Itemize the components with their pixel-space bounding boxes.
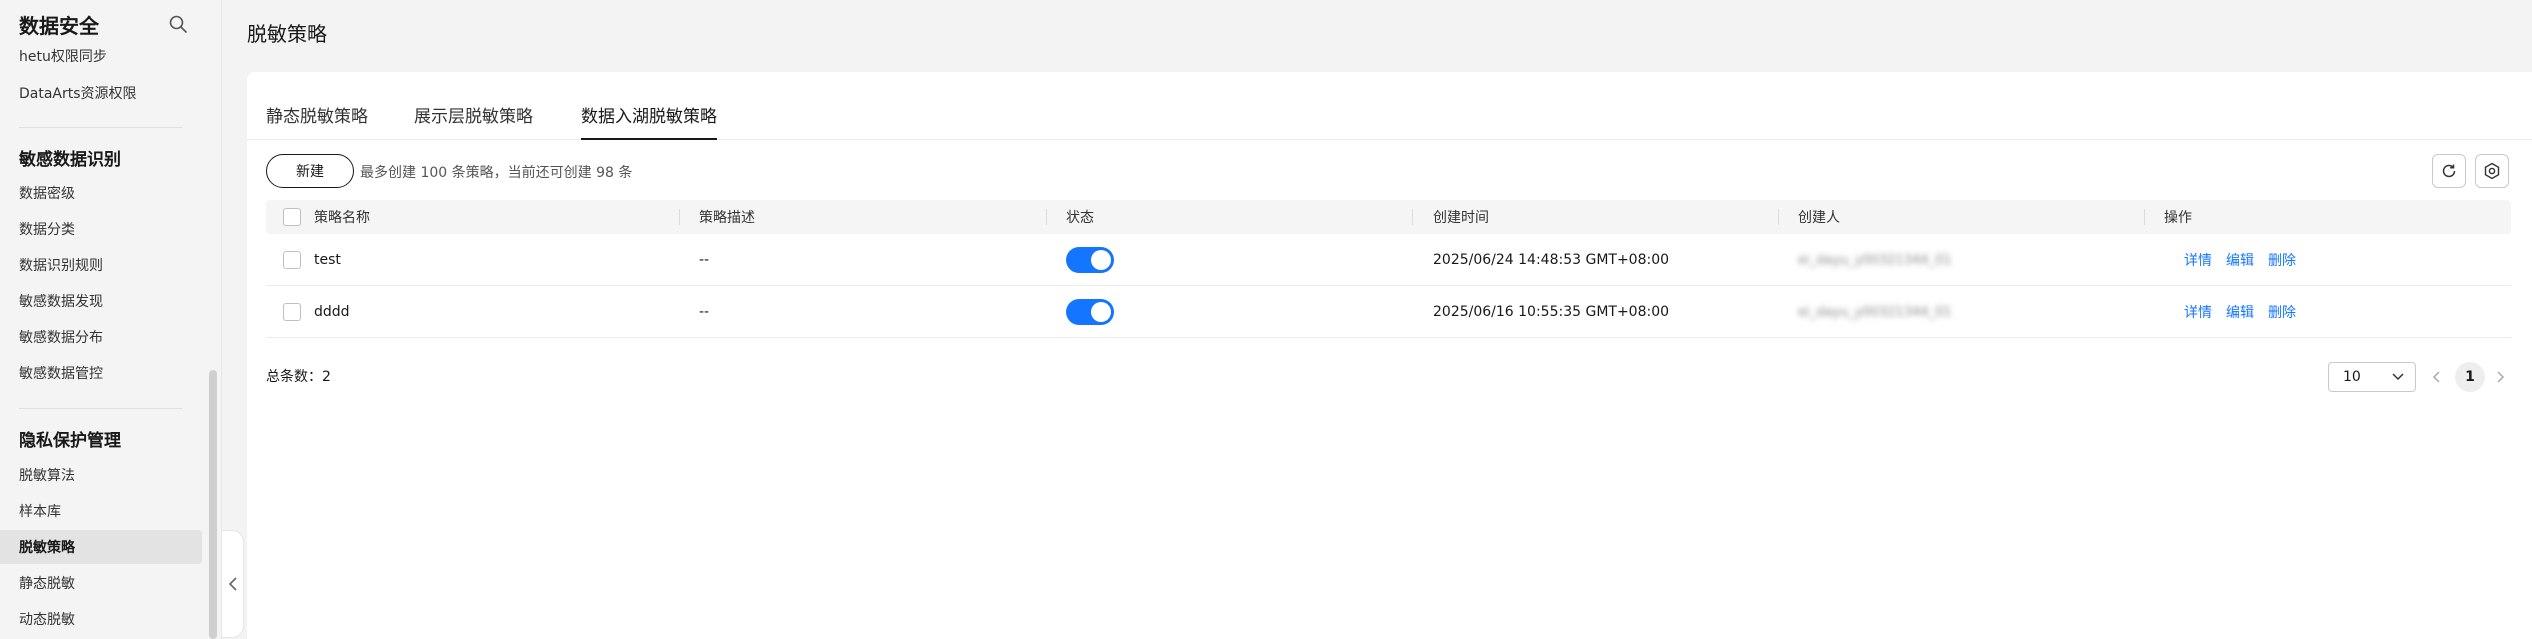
- edit-link[interactable]: 编辑: [2226, 250, 2254, 270]
- select-all-checkbox[interactable]: [283, 208, 301, 226]
- column-divider: [1412, 209, 1413, 225]
- row-checkbox[interactable]: [283, 303, 301, 321]
- sidebar-title: 数据安全: [19, 13, 99, 38]
- sidebar-item-masking-policy[interactable]: 脱敏策略: [0, 530, 202, 564]
- column-divider: [1046, 209, 1047, 225]
- sidebar-item-masking-algorithm[interactable]: 脱敏算法: [0, 458, 202, 492]
- sidebar-divider: [19, 408, 182, 409]
- status-toggle[interactable]: [1066, 299, 1114, 325]
- column-divider: [1778, 209, 1779, 225]
- sidebar-divider: [19, 127, 182, 128]
- page-size-value: 10: [2343, 369, 2361, 385]
- sidebar-item-dataarts-permission[interactable]: DataArts资源权限: [0, 76, 202, 110]
- settings-button[interactable]: [2475, 154, 2509, 188]
- page-number-current[interactable]: 1: [2455, 362, 2485, 392]
- total-value: 2: [322, 369, 331, 385]
- select-all-cell: [283, 200, 301, 234]
- sidebar-item-sample-library[interactable]: 样本库: [0, 494, 202, 528]
- search-icon[interactable]: [166, 12, 190, 36]
- policy-name: test: [314, 252, 341, 268]
- column-header-status: 状态: [1066, 210, 1094, 226]
- policy-table: 策略名称 策略描述 状态 创建时间 创建人 操作 test -- 2025/06…: [266, 200, 2511, 338]
- new-policy-button[interactable]: 新建: [266, 154, 354, 188]
- column-header-actions: 操作: [2164, 210, 2192, 226]
- chevron-right-icon: [2497, 371, 2505, 383]
- status-toggle[interactable]: [1066, 247, 1114, 273]
- column-header-created-time: 创建时间: [1433, 210, 1489, 226]
- policy-name: dddd: [314, 304, 350, 320]
- tab-static-masking-policy[interactable]: 静态脱敏策略: [266, 102, 368, 140]
- sidebar-group-sensitive-title: 敏感数据识别: [19, 150, 121, 170]
- next-page-button[interactable]: [2490, 366, 2510, 388]
- chevron-left-icon: [228, 577, 237, 591]
- gear-icon: [2484, 162, 2500, 180]
- delete-link[interactable]: 删除: [2268, 250, 2296, 270]
- column-header-creator: 创建人: [1798, 210, 1840, 226]
- sidebar-item-dynamic-masking[interactable]: 动态脱敏: [0, 602, 202, 636]
- row-actions: 详情 编辑 删除: [2184, 286, 2310, 338]
- sidebar-item-static-masking[interactable]: 静态脱敏: [0, 566, 202, 600]
- row-select-cell: [283, 234, 301, 286]
- sidebar-scrollbar[interactable]: [209, 370, 217, 639]
- page-size-select[interactable]: 10: [2328, 362, 2416, 392]
- sidebar-item-data-level[interactable]: 数据密级: [0, 176, 202, 210]
- sidebar-item-identify-rules[interactable]: 数据识别规则: [0, 248, 202, 282]
- row-checkbox[interactable]: [283, 251, 301, 269]
- status-cell: [1066, 286, 1114, 338]
- main-card: 静态脱敏策略 展示层脱敏策略 数据入湖脱敏策略 新建 最多创建 100 条策略，…: [247, 72, 2532, 639]
- sidebar-item-data-category[interactable]: 数据分类: [0, 212, 202, 246]
- column-divider: [679, 209, 680, 225]
- table-row: dddd -- 2025/06/16 10:55:35 GMT+08:00 ei…: [266, 286, 2511, 338]
- column-header-name: 策略名称: [314, 210, 370, 226]
- total-count: 总条数：2: [266, 366, 331, 386]
- sidebar: 数据安全 hetu权限同步 DataArts资源权限 敏感数据识别 数据密级 数…: [0, 0, 222, 639]
- table-row: test -- 2025/06/24 14:48:53 GMT+08:00 ei…: [266, 234, 2511, 286]
- tab-lake-ingestion-policy[interactable]: 数据入湖脱敏策略: [581, 102, 717, 140]
- page-title: 脱敏策略: [247, 22, 327, 46]
- policy-quota-hint: 最多创建 100 条策略，当前还可创建 98 条: [360, 165, 633, 181]
- chevron-left-icon: [2432, 371, 2440, 383]
- sidebar-item-hetu-sync[interactable]: hetu权限同步: [0, 44, 202, 66]
- refresh-button[interactable]: [2432, 154, 2466, 188]
- row-select-cell: [283, 286, 301, 338]
- creator-cell: ei_dayu_y00321344_01: [1798, 234, 1952, 286]
- edit-link[interactable]: 编辑: [2226, 302, 2254, 322]
- prev-page-button[interactable]: [2427, 366, 2447, 388]
- table-header: 策略名称 策略描述 状态 创建时间 创建人 操作: [266, 200, 2511, 234]
- column-divider: [2144, 209, 2145, 225]
- sidebar-group-privacy-title: 隐私保护管理: [19, 431, 121, 451]
- column-header-description: 策略描述: [699, 210, 755, 226]
- sidebar-header: 数据安全: [0, 0, 221, 48]
- sidebar-collapse-button[interactable]: [222, 530, 244, 638]
- total-label: 总条数：: [266, 369, 322, 385]
- sidebar-item-sensitive-discovery[interactable]: 敏感数据发现: [0, 284, 202, 318]
- status-cell: [1066, 234, 1114, 286]
- policy-description: --: [699, 252, 710, 268]
- policy-description: --: [699, 304, 710, 320]
- detail-link[interactable]: 详情: [2184, 250, 2212, 270]
- detail-link[interactable]: 详情: [2184, 302, 2212, 322]
- created-time: 2025/06/24 14:48:53 GMT+08:00: [1433, 252, 1670, 268]
- tab-bar: 静态脱敏策略 展示层脱敏策略 数据入湖脱敏策略: [247, 72, 2532, 140]
- created-time: 2025/06/16 10:55:35 GMT+08:00: [1433, 304, 1670, 320]
- refresh-icon: [2442, 164, 2456, 178]
- chevron-down-icon: [2392, 373, 2404, 381]
- row-actions: 详情 编辑 删除: [2184, 234, 2310, 286]
- delete-link[interactable]: 删除: [2268, 302, 2296, 322]
- sidebar-item-sensitive-distribution[interactable]: 敏感数据分布: [0, 320, 202, 354]
- creator-name: ei_dayu_y00321344_01: [1798, 304, 1952, 320]
- sidebar-item-sensitive-control[interactable]: 敏感数据管控: [0, 356, 202, 390]
- creator-cell: ei_dayu_y00321344_01: [1798, 286, 1952, 338]
- tab-display-layer-policy[interactable]: 展示层脱敏策略: [414, 102, 533, 140]
- creator-name: ei_dayu_y00321344_01: [1798, 252, 1952, 268]
